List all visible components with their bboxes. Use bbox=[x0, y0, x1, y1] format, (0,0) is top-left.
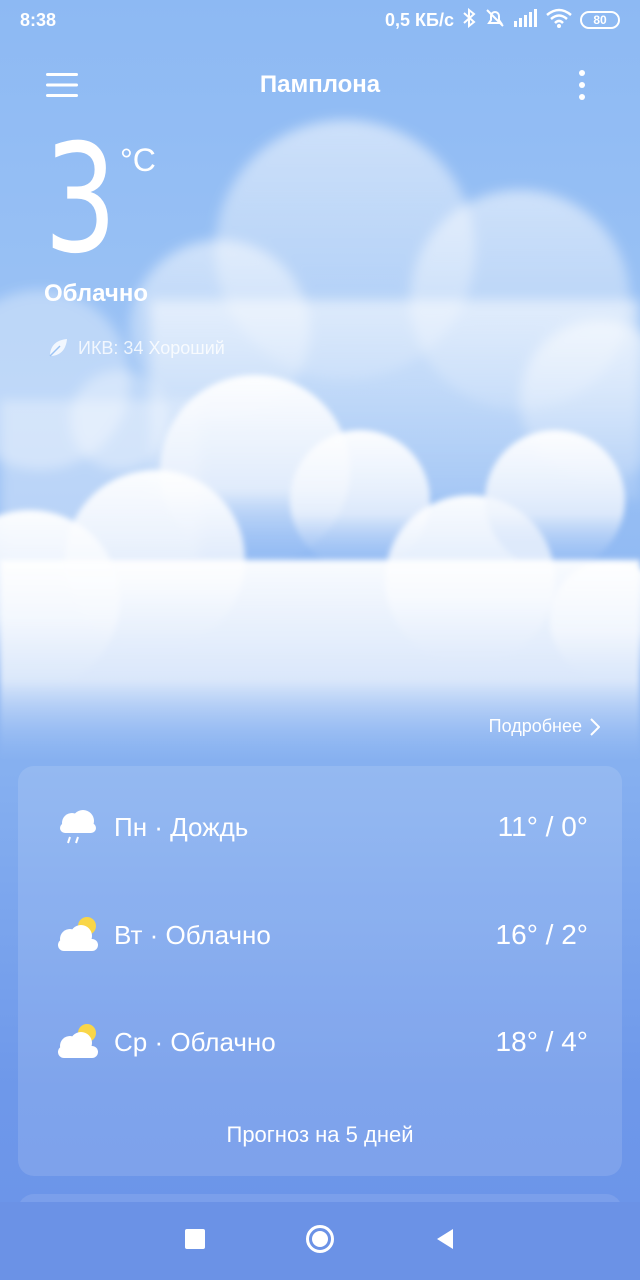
hamburger-icon bbox=[46, 73, 78, 97]
leaf-icon bbox=[49, 339, 67, 357]
back-button[interactable] bbox=[435, 1228, 455, 1255]
forecast-card: Пн · Дождь 11° / 0° Вт · Облачно 16° / 2… bbox=[18, 766, 622, 1176]
details-label: Подробнее bbox=[488, 716, 582, 736]
forecast-temp-range: 16° / 2° bbox=[495, 919, 588, 950]
battery-indicator: 80 bbox=[580, 11, 620, 29]
wifi-icon bbox=[546, 8, 572, 33]
home-button[interactable] bbox=[305, 1224, 335, 1259]
temperature-unit: °C bbox=[120, 142, 156, 178]
status-icons: 0,5 КБ/с 80 bbox=[385, 7, 620, 33]
more-options-button[interactable] bbox=[564, 67, 600, 103]
details-link[interactable]: Подробнее bbox=[489, 716, 600, 737]
app-header: Памплона bbox=[0, 60, 640, 110]
status-time: 8:38 bbox=[20, 9, 57, 30]
air-quality[interactable]: ИКВ: 34 Хороший bbox=[46, 336, 225, 360]
system-nav-bar bbox=[0, 1202, 640, 1280]
forecast-day-label: Вт · Облачно bbox=[114, 919, 271, 950]
chevron-right-icon bbox=[590, 717, 600, 736]
forecast-row[interactable]: Ср · Облачно 18° / 4° bbox=[56, 1012, 588, 1072]
more-vertical-icon bbox=[579, 70, 585, 100]
five-day-forecast-button[interactable]: Прогноз на 5 дней bbox=[18, 1122, 622, 1148]
partly-cloudy-icon bbox=[58, 1024, 98, 1058]
forecast-row[interactable]: Вт · Облачно 16° / 2° bbox=[56, 905, 588, 965]
square-icon bbox=[185, 1228, 205, 1249]
forecast-day-label: Ср · Облачно bbox=[114, 1026, 276, 1057]
circle-icon bbox=[306, 1224, 334, 1253]
recent-apps-button[interactable] bbox=[185, 1228, 205, 1254]
status-bar: 8:38 0,5 КБ/с 80 bbox=[0, 0, 640, 40]
menu-button[interactable] bbox=[44, 67, 80, 103]
bluetooth-icon bbox=[462, 7, 476, 33]
triangle-back-icon bbox=[437, 1228, 453, 1249]
current-condition: Облачно bbox=[44, 280, 148, 307]
forecast-row[interactable]: Пн · Дождь 11° / 0° bbox=[56, 797, 588, 857]
signal-icon bbox=[514, 8, 538, 32]
forecast-day-label: Пн · Дождь bbox=[114, 811, 249, 842]
current-temperature: 3 bbox=[44, 113, 117, 287]
forecast-temp-range: 11° / 0° bbox=[497, 811, 588, 842]
city-name: Памплона bbox=[259, 71, 381, 98]
partly-cloudy-icon bbox=[58, 917, 98, 951]
rain-cloud-icon bbox=[60, 810, 96, 844]
alarm-off-icon bbox=[484, 8, 506, 33]
aqi-text: ИКВ: 34 Хороший bbox=[78, 337, 225, 358]
forecast-temp-range: 18° / 4° bbox=[495, 1026, 588, 1057]
network-speed: 0,5 КБ/с bbox=[385, 9, 454, 30]
